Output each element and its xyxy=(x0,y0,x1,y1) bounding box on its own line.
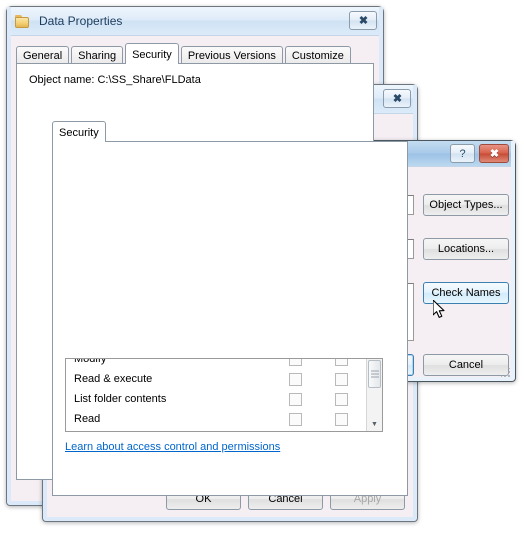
allow-checkbox[interactable] xyxy=(288,359,302,366)
scrollbar-grip-icon xyxy=(370,370,379,378)
tab-previous-versions[interactable]: Previous Versions xyxy=(180,46,283,63)
tab-general[interactable]: General xyxy=(16,46,70,63)
deny-cell[interactable] xyxy=(318,392,364,406)
locations-button[interactable]: Locations... xyxy=(423,238,509,260)
screenshot-root: Data Properties ✖ General Sharing Securi… xyxy=(0,0,524,541)
allow-checkbox[interactable] xyxy=(288,392,302,406)
table-row[interactable]: Read xyxy=(66,409,382,429)
permissions-tabpage: Modify Read & execute List folder conten… xyxy=(52,141,408,496)
scroll-down-arrow-icon[interactable]: ▼ xyxy=(367,417,382,431)
deny-cell[interactable] xyxy=(318,412,364,426)
resize-grip-icon[interactable] xyxy=(501,368,511,378)
allow-cell[interactable] xyxy=(272,372,318,386)
permissions-scrollbar[interactable]: ▼ xyxy=(366,359,382,431)
table-row[interactable]: List folder contents xyxy=(66,389,382,409)
select-dialog-titlebar-buttons: ? ✖ xyxy=(450,144,509,163)
table-row[interactable]: Read & execute xyxy=(66,369,382,389)
table-row[interactable]: Modify xyxy=(66,358,382,369)
tab-security[interactable]: Security xyxy=(125,43,179,64)
scrollbar-thumb[interactable] xyxy=(368,360,381,388)
properties-titlebar-buttons: ✖ xyxy=(349,11,377,30)
permissions-list[interactable]: Modify Read & execute List folder conten… xyxy=(65,358,383,432)
deny-checkbox[interactable] xyxy=(334,392,348,406)
select-cancel-button[interactable]: Cancel xyxy=(423,354,509,376)
close-icon[interactable]: ✖ xyxy=(383,89,411,108)
permissions-tabstrip[interactable]: Security xyxy=(43,120,417,142)
permissions-titlebar-buttons: ✖ xyxy=(383,89,411,108)
folder-icon xyxy=(15,14,31,28)
close-icon[interactable]: ✖ xyxy=(349,11,377,30)
allow-cell[interactable] xyxy=(272,412,318,426)
properties-title: Data Properties xyxy=(39,14,123,28)
allow-cell[interactable] xyxy=(272,392,318,406)
allow-checkbox[interactable] xyxy=(288,412,302,426)
permission-name: Read xyxy=(74,413,101,425)
permission-name: Read & execute xyxy=(74,373,153,385)
permission-name: List folder contents xyxy=(74,393,167,405)
table-row[interactable]: Write xyxy=(66,429,382,431)
deny-checkbox[interactable] xyxy=(334,359,348,366)
deny-checkbox[interactable] xyxy=(334,372,348,386)
properties-titlebar[interactable]: Data Properties ✖ xyxy=(7,7,383,36)
allow-cell[interactable] xyxy=(272,359,318,366)
permission-name: Modify xyxy=(74,358,107,365)
access-control-help-link[interactable]: Learn about access control and permissio… xyxy=(65,441,280,453)
allow-checkbox[interactable] xyxy=(288,372,302,386)
object-name-line: Object name: C:\SS_Share\FLData xyxy=(29,74,201,86)
deny-cell[interactable] xyxy=(318,359,364,366)
tab-security[interactable]: Security xyxy=(52,121,106,142)
deny-checkbox[interactable] xyxy=(334,412,348,426)
object-types-button[interactable]: Object Types... xyxy=(423,194,509,216)
tab-sharing[interactable]: Sharing xyxy=(71,46,124,63)
tab-customize[interactable]: Customize xyxy=(284,46,351,63)
properties-tabstrip[interactable]: General Sharing Security Previous Versio… xyxy=(7,42,383,64)
close-icon[interactable]: ✖ xyxy=(479,144,509,163)
question-mark-icon[interactable]: ? xyxy=(450,144,475,163)
deny-cell[interactable] xyxy=(318,372,364,386)
permissions-window[interactable]: Permissions for Data ✖ Security Modify xyxy=(42,84,418,522)
check-names-button[interactable]: Check Names xyxy=(423,282,509,304)
